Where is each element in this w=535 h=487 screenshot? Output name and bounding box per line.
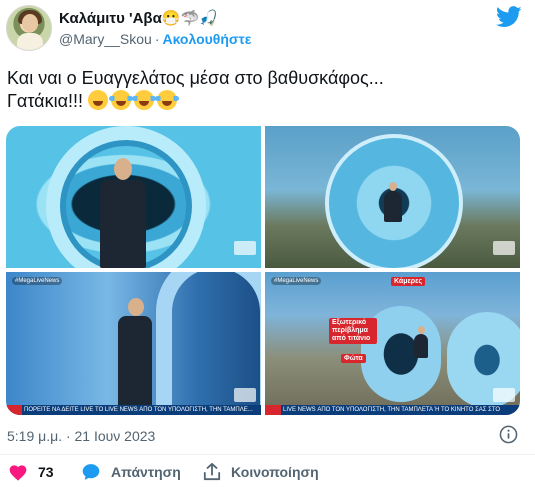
news-ticker: LIVE NEWS ΑΠΟ ΤΟΝ ΥΠΟΛΟΓΙΣΤΗ, ΤΗΝ ΤΑΜΠΛΕ… <box>265 405 520 415</box>
tweet-text-line-2: Γατάκια!!! <box>7 90 527 113</box>
presenter-figure <box>413 326 429 358</box>
info-icon[interactable] <box>499 425 518 444</box>
tears-of-joy-emoji-icon <box>109 90 134 110</box>
author-handle[interactable]: @Mary__Skou <box>59 31 152 47</box>
media-photo-1[interactable] <box>6 126 261 268</box>
share-label: Κοινοποίηση <box>231 464 319 480</box>
tweet-card: Καλάμιτυ 'Αβα😷🦈🎣 @Mary__Skou · Ακολουθήστε… <box>0 0 535 487</box>
author-handle-row: @Mary__Skou · Ακολουθήστε <box>59 31 251 47</box>
tweet-timestamp[interactable]: 5:19 μ.μ. · 21 Ιουν 2023 <box>7 428 155 444</box>
media-photo-3[interactable]: #MegaLiveNews ΠΟΡΕΙΤΕ ΝΑ ΔΕΙΤΕ LIVE ΤΟ L… <box>6 272 261 415</box>
tears-of-joy-emoji-icon <box>132 90 157 110</box>
presenter-figure <box>383 182 403 222</box>
presenter-figure <box>114 298 158 412</box>
author-display-name[interactable]: Καλάμιτυ 'Αβα😷🦈🎣 <box>59 9 218 27</box>
separator-dot: · <box>154 31 160 47</box>
share-upload-icon <box>203 463 221 481</box>
tweet-text-line-1: Και ναι ο Ευαγγελάτος μέσα στο βαθυσκάφο… <box>7 68 384 88</box>
channel-logo-icon <box>493 241 515 255</box>
presenter-figure <box>94 158 154 268</box>
channel-logo-icon <box>493 388 515 402</box>
author-avatar[interactable] <box>6 5 52 51</box>
zany-face-emoji-icon <box>88 90 109 110</box>
reply-bubble-icon <box>82 464 100 480</box>
tears-of-joy-emoji-icon <box>155 90 180 110</box>
like-count: 73 <box>38 464 54 480</box>
hashtag-overlay: #MegaLiveNews <box>271 277 322 285</box>
channel-logo-icon <box>234 241 256 255</box>
like-button[interactable]: 73 <box>8 460 54 484</box>
reply-label: Απάντηση <box>111 464 181 480</box>
news-ticker: ΠΟΡΕΙΤΕ ΝΑ ΔΕΙΤΕ LIVE ΤΟ LIVE NEWS ΑΠΟ Τ… <box>6 405 261 415</box>
reply-button[interactable]: Απάντηση <box>81 460 181 484</box>
tweet-text-line-2-words: Γατάκια!!! <box>7 91 83 111</box>
label-cameras: Κάμερες <box>391 277 426 286</box>
share-button[interactable]: Κοινοποίηση <box>203 460 319 484</box>
divider <box>0 454 535 455</box>
media-photo-2[interactable] <box>265 126 520 268</box>
action-bar: 73 Απάντηση Κοινοποίηση <box>0 460 535 484</box>
tweet-text: Και ναι ο Ευαγγελάτος μέσα στο βαθυσκάφο… <box>7 67 527 113</box>
channel-logo-icon <box>234 388 256 402</box>
label-titanium-hull: Εξωτερικό περίβλημα από τιτάνιο <box>329 318 377 344</box>
hashtag-overlay: #MegaLiveNews <box>12 277 63 285</box>
label-lights: Φώτα <box>341 354 366 363</box>
media-grid: #MegaLiveNews ΠΟΡΕΙΤΕ ΝΑ ΔΕΙΤΕ LIVE ΤΟ L… <box>6 126 520 415</box>
follow-button[interactable]: Ακολουθήστε <box>162 31 251 47</box>
media-photo-4[interactable]: #MegaLiveNews Κάμερες Εξωτερικό περίβλημ… <box>265 272 520 415</box>
heart-icon <box>9 465 27 481</box>
twitter-bird-icon[interactable] <box>496 6 522 28</box>
